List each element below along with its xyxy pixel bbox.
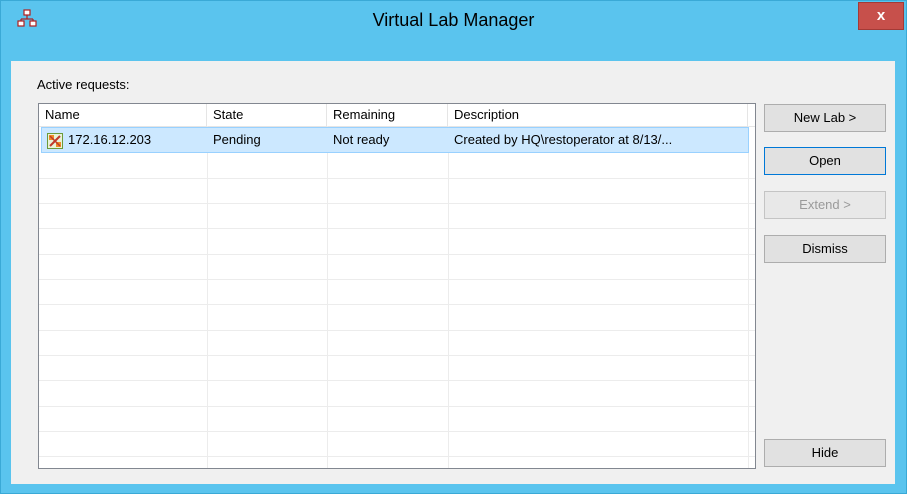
row-divider	[39, 406, 755, 407]
lab-request-icon	[47, 133, 63, 149]
requests-list[interactable]: Name State Remaining Description 172.16.…	[38, 103, 756, 469]
cell-state: Pending	[213, 132, 261, 147]
row-divider	[39, 380, 755, 381]
window-title: Virtual Lab Manager	[372, 10, 535, 30]
row-divider	[39, 254, 755, 255]
new-lab-button[interactable]: New Lab >	[764, 104, 886, 132]
cell-description: Created by HQ\restoperator at 8/13/...	[454, 132, 673, 147]
row-divider	[39, 330, 755, 331]
row-divider	[39, 178, 755, 179]
row-divider	[39, 431, 755, 432]
row-divider	[39, 279, 755, 280]
hide-button[interactable]: Hide	[764, 439, 886, 467]
dismiss-button[interactable]: Dismiss	[764, 235, 886, 263]
row-divider	[39, 228, 755, 229]
close-icon: x	[876, 7, 886, 24]
column-header-state[interactable]: State	[207, 104, 327, 126]
active-requests-label: Active requests:	[37, 77, 130, 92]
row-divider	[39, 355, 755, 356]
column-header-remaining[interactable]: Remaining	[327, 104, 448, 126]
virtual-lab-manager-window: Virtual Lab Manager x Active requests: N…	[0, 0, 907, 494]
column-header-description[interactable]: Description	[448, 104, 748, 126]
cell-remaining: Not ready	[333, 132, 390, 147]
row-divider	[39, 456, 755, 457]
row-divider	[39, 304, 755, 305]
title-bar[interactable]: Virtual Lab Manager x	[1, 1, 906, 61]
list-header: Name State Remaining Description	[39, 104, 755, 127]
row-divider	[39, 203, 755, 204]
close-button[interactable]: x	[858, 2, 904, 30]
open-button[interactable]: Open	[764, 147, 886, 175]
column-header-name[interactable]: Name	[39, 104, 207, 126]
cell-name: 172.16.12.203	[68, 132, 152, 147]
dialog-body: Active requests: Name State Remaining De…	[11, 61, 895, 484]
extend-button[interactable]: Extend >	[764, 191, 886, 219]
